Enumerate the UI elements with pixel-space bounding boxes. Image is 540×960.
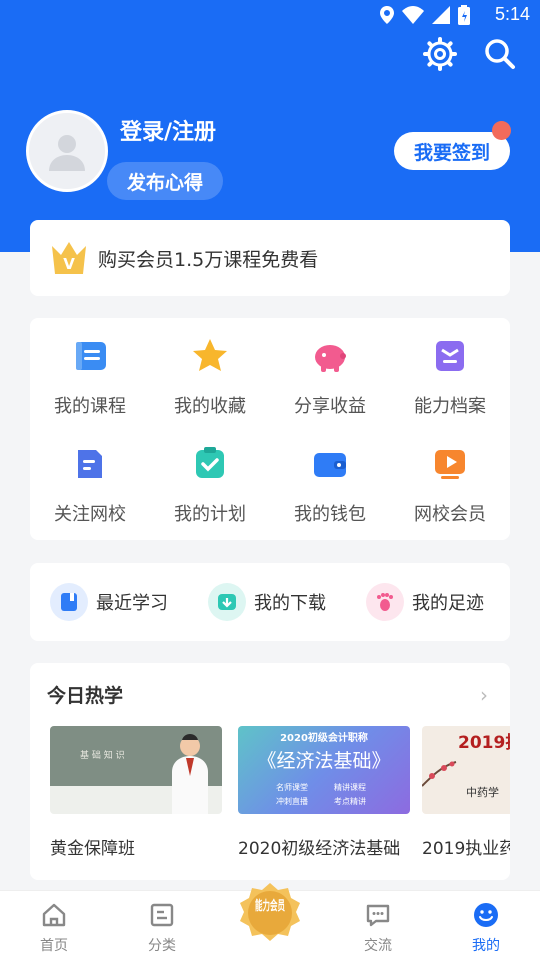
course-thumbnail: 基 础 知 识 [50,726,222,814]
notification-dot [492,121,511,140]
footprint-icon [366,583,404,621]
thumb-text: 基 础 知 识 [80,751,125,761]
post-experience-button[interactable]: 发布心得 [107,162,223,200]
tab-home[interactable]: 首页 [0,891,108,960]
quick-access-bar: 最近学习 我的下载 我的足迹 [30,563,510,641]
school-icon [78,450,102,478]
signal-icon [432,6,450,24]
my-downloads-button[interactable]: 我的下载 [208,583,326,621]
home-icon [42,903,66,927]
grid-label: 我的计划 [174,504,246,525]
course-card[interactable]: 2019执 中药学 2019执业药 [422,726,510,859]
member-video-icon [435,450,465,479]
crown-icon: V [52,242,86,274]
tab-discuss[interactable]: 交流 [324,891,432,960]
search-icon[interactable] [482,36,518,72]
tab-label: 交流 [364,938,392,954]
thumb-top-text: 2020初级会计职称 [280,733,368,744]
grid-label: 能力档案 [414,396,486,417]
course-icon [76,342,106,370]
grid-item-my-wallet[interactable]: 我的钱包 [270,444,390,526]
chevron-right-icon[interactable]: › [480,683,488,707]
grid-item-share-earnings[interactable]: 分享收益 [270,336,390,418]
course-thumbnail: 2019执 中药学 [422,726,510,814]
grid-item-my-courses[interactable]: 我的课程 [30,336,150,418]
today-hot-section: 今日热学 › 基 础 知 识 黄金保障班 2020初级会计职称 《经济法基础》 … [30,663,510,880]
grid-item-school-member[interactable]: 网校会员 [390,444,510,526]
profile-icon [474,903,498,927]
download-icon [208,583,246,621]
settings-gear-icon[interactable] [422,36,458,72]
tab-mine[interactable]: 我的 [432,891,540,960]
avatar-placeholder-icon [49,135,85,171]
bottom-tab-bar: 首页 分类 能力会员 交流 我的 [0,883,540,960]
vip-banner[interactable]: V 购买会员1.5万课程免费看 [30,220,510,296]
grid-item-ability-archive[interactable]: 能力档案 [390,336,510,418]
plan-icon [196,447,224,478]
course-title: 黄金保障班 [50,839,135,859]
thumb-sub-text: 中药学 [466,786,499,799]
login-register-link[interactable]: 登录/注册 [120,114,216,146]
tab-label: 分类 [148,938,176,954]
vip-banner-text: 购买会员1.5万课程免费看 [98,248,319,271]
grid-label: 关注网校 [54,504,126,525]
grid-label: 我的收藏 [174,396,246,417]
grid-item-my-favorites[interactable]: 我的收藏 [150,336,270,418]
my-footprints-button[interactable]: 我的足迹 [366,583,484,621]
tab-category[interactable]: 分类 [108,891,216,960]
quick-label: 最近学习 [96,593,168,614]
course-card[interactable]: 基 础 知 识 黄金保障班 [50,726,222,859]
feature-grid: 我的课程 我的收藏 分享收益 能力档案 关注网校 我的计划 我的钱包 网校会员 [30,318,510,540]
wifi-icon [402,6,424,24]
vip-center-icon: 能力会员 [240,883,300,941]
status-time: 5:14 [494,4,530,24]
thumb-tag: 名师课堂 [276,783,308,792]
section-title: 今日热学 [47,685,124,707]
quick-label: 我的下载 [254,593,326,614]
course-title: 2020初级经济法基础 [238,839,401,859]
course-thumbnail: 2020初级会计职称 《经济法基础》 名师课堂 精讲课程 冲刺直播 考点精讲 [238,726,410,814]
user-avatar[interactable] [26,110,108,192]
book-icon [50,583,88,621]
course-card[interactable]: 2020初级会计职称 《经济法基础》 名师课堂 精讲课程 冲刺直播 考点精讲 2… [238,726,410,859]
svg-text:V: V [63,255,75,273]
course-title: 2019执业药 [422,839,510,859]
wallet-icon [314,453,346,477]
quick-label: 我的足迹 [412,593,484,614]
category-icon [150,903,174,927]
status-bar: 5:14 [0,0,540,30]
teacher-photo [172,734,208,814]
piggy-bank-icon [315,345,346,372]
grid-label: 我的课程 [54,396,126,417]
plum-blossom-decoration [422,761,457,787]
vip-center-label: 能力会员 [255,898,285,914]
battery-icon [458,5,470,25]
grid-label: 网校会员 [414,504,486,525]
thumb-tag: 冲刺直播 [276,797,308,806]
thumb-tag: 精讲课程 [334,783,366,792]
recent-study-button[interactable]: 最近学习 [50,583,168,621]
tab-label: 我的 [472,938,500,954]
grid-item-follow-school[interactable]: 关注网校 [30,444,150,526]
chat-icon [366,904,390,927]
grid-item-my-plan[interactable]: 我的计划 [150,444,270,526]
grid-label: 我的钱包 [294,504,366,525]
tab-ability-member[interactable]: 能力会员 [216,883,324,960]
thumb-tag: 考点精讲 [334,797,366,806]
thumb-main-text: 《经济法基础》 [257,750,391,772]
thumb-text: 2019执 [458,733,510,753]
location-icon [380,6,394,24]
checkin-button[interactable]: 我要签到 [394,132,510,170]
grid-label: 分享收益 [294,396,366,417]
star-icon [193,339,227,371]
tab-label: 首页 [40,938,68,954]
archive-icon [436,341,464,371]
